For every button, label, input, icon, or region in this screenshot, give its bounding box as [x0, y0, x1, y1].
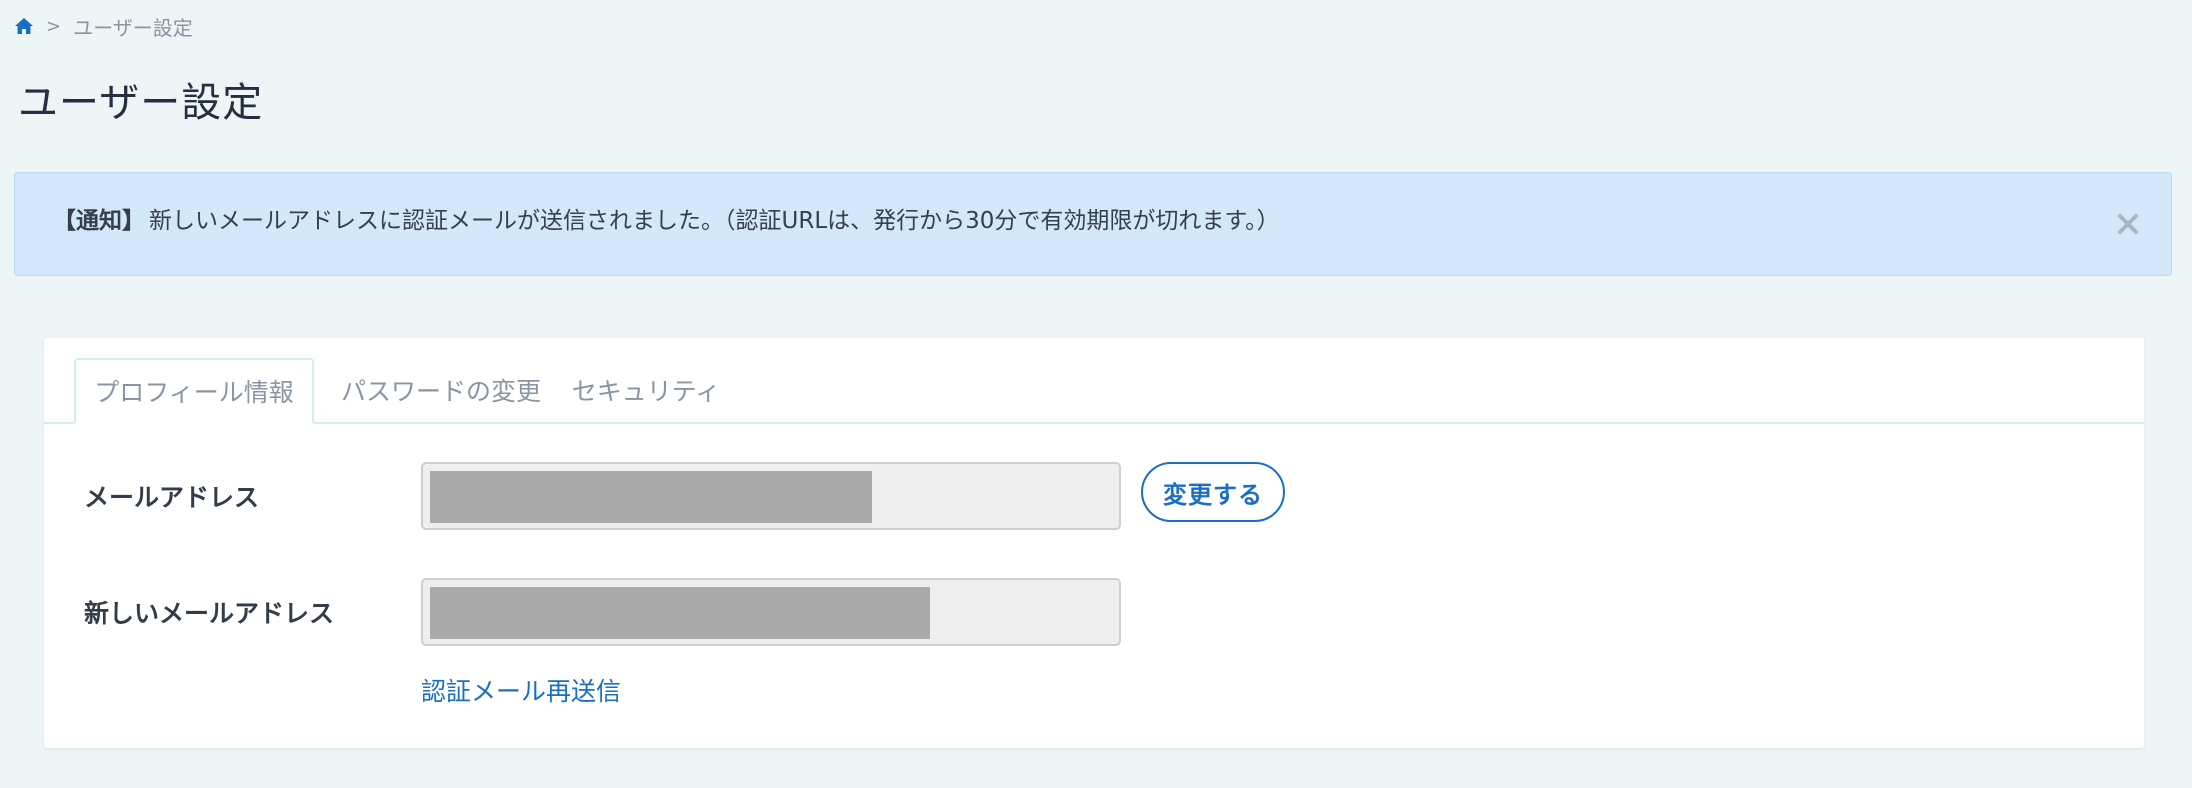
new-email-field[interactable]	[421, 578, 1121, 646]
resend-verification-link[interactable]: 認証メール再送信	[421, 672, 621, 708]
change-button[interactable]: 変更する	[1141, 462, 1285, 522]
settings-card: プロフィール情報 パスワードの変更 セキュリティ メールアドレス 変更する 新し…	[44, 338, 2144, 748]
alert-label: 【通知】	[53, 208, 145, 234]
breadcrumb: > ユーザー設定	[14, 12, 193, 40]
tab-security[interactable]: セキュリティ	[566, 358, 726, 422]
alert-message: 新しいメールアドレスに認証メールが送信されました。（認証URLは、発行から30分…	[149, 208, 1280, 234]
redacted-block	[430, 471, 872, 523]
notification-alert: 【通知】 新しいメールアドレスに認証メールが送信されました。（認証URLは、発行…	[14, 172, 2172, 276]
breadcrumb-current: ユーザー設定	[73, 15, 193, 40]
close-icon[interactable]	[2115, 211, 2141, 237]
page-title: ユーザー設定	[18, 80, 264, 126]
tab-profile[interactable]: プロフィール情報	[74, 358, 314, 424]
redacted-block	[430, 587, 930, 639]
email-field[interactable]	[421, 462, 1121, 530]
new-email-label: 新しいメールアドレス	[84, 599, 335, 628]
home-icon[interactable]	[14, 16, 34, 36]
email-label: メールアドレス	[84, 483, 260, 512]
tab-password[interactable]: パスワードの変更	[338, 358, 544, 422]
breadcrumb-separator: >	[46, 15, 62, 37]
tab-bar: プロフィール情報 パスワードの変更 セキュリティ	[44, 358, 2144, 424]
